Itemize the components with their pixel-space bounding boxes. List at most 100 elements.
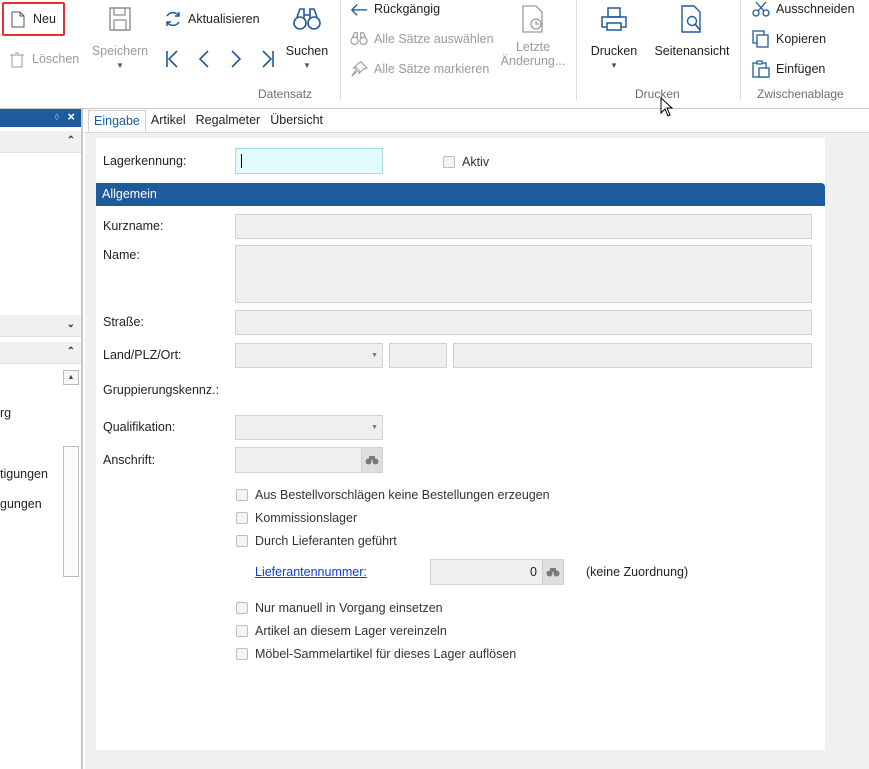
collapse-icon[interactable]: ⌃ <box>67 135 75 146</box>
lagerkennung-label: Lagerkennung: <box>103 154 187 168</box>
alle-saetze-markieren-button[interactable]: Alle Sätze markieren <box>350 60 489 78</box>
drucken-dropdown-icon: ▼ <box>610 61 618 70</box>
checkbox-box[interactable] <box>236 512 248 524</box>
aktualisieren-button[interactable]: Aktualisieren <box>164 10 260 28</box>
anschrift-label: Anschrift: <box>103 453 156 467</box>
tab-eingabe[interactable]: Eingabe <box>88 110 146 132</box>
checkbox-box[interactable] <box>443 156 455 168</box>
next-record-icon[interactable] <box>229 49 243 69</box>
land-select[interactable]: ▼ <box>235 343 383 368</box>
navigation-item[interactable]: gungen <box>0 497 42 511</box>
scrollbar[interactable] <box>63 446 79 577</box>
scroll-up-button[interactable]: ▲ <box>63 370 79 385</box>
checkbox-box[interactable] <box>236 535 248 547</box>
checkbox-kommissionslager[interactable]: Kommissionslager <box>236 511 357 525</box>
letzte-aenderung-label-2: Änderung... <box>500 54 566 68</box>
ribbon-separator <box>340 0 341 100</box>
land-plz-ort-label: Land/PLZ/Ort: <box>103 348 182 362</box>
kopieren-label: Kopieren <box>776 32 827 46</box>
suchen-label: Suchen <box>285 44 329 58</box>
ausschneiden-button[interactable]: Ausschneiden <box>752 0 855 18</box>
ribbon-separator <box>576 0 577 100</box>
binoculars-icon <box>546 568 560 577</box>
anschrift-input[interactable] <box>235 447 383 473</box>
aktiv-checkbox[interactable]: Aktiv <box>443 155 489 169</box>
aktualisieren-label: Aktualisieren <box>188 12 260 26</box>
expand-icon[interactable]: ⌄ <box>67 319 75 330</box>
ort-input[interactable] <box>453 343 812 368</box>
ribbon-separator <box>740 0 741 100</box>
anschrift-search-button[interactable] <box>361 448 382 472</box>
checkbox-lieferanten-gefuehrt[interactable]: Durch Lieferanten geführt <box>236 534 397 548</box>
group-label-datensatz: Datensatz <box>258 87 313 101</box>
letzte-aenderung-label-1: Letzte <box>515 40 551 54</box>
alle-saetze-auswaehlen-button[interactable]: Alle Sätze auswählen <box>350 30 494 48</box>
checkbox-box[interactable] <box>236 489 248 501</box>
tab-artikel[interactable]: Artikel <box>146 110 191 132</box>
lieferantennummer-input[interactable]: 0 <box>430 559 564 585</box>
checkbox-keine-bestellungen[interactable]: Aus Bestellvorschlägen keine Bestellunge… <box>236 488 550 502</box>
navigation-item[interactable]: tigungen <box>0 467 48 481</box>
seitenansicht-button[interactable]: Seitenansicht <box>652 4 732 58</box>
last-record-icon[interactable] <box>261 49 275 69</box>
qualifikation-label: Qualifikation: <box>103 420 176 434</box>
zuordnung-text: (keine Zuordnung) <box>586 565 689 579</box>
scissors-icon <box>752 0 770 18</box>
ausschneiden-label: Ausschneiden <box>776 2 855 16</box>
seitenansicht-label: Seitenansicht <box>654 44 730 58</box>
navigation-section-header[interactable]: ⌃ <box>0 342 81 364</box>
name-label: Name: <box>103 248 140 262</box>
loeschen-label: Löschen <box>32 52 80 66</box>
close-icon[interactable]: × <box>67 109 75 124</box>
checkbox-label: Durch Lieferanten geführt <box>255 534 397 548</box>
kurzname-label: Kurzname: <box>103 219 164 233</box>
navigation-panel-titlebar: ◊ × <box>0 109 81 127</box>
lieferant-search-button[interactable] <box>542 560 563 584</box>
drucken-button[interactable]: Drucken ▼ <box>586 4 642 70</box>
qualifikation-select[interactable]: ▼ <box>235 415 383 440</box>
tab-uebersicht[interactable]: Übersicht <box>265 110 328 132</box>
navigation-section-header[interactable]: ⌃ <box>0 131 81 153</box>
suchen-button[interactable]: Suchen ▼ <box>283 4 331 70</box>
lagerkennung-input[interactable] <box>235 148 383 174</box>
checkbox-box[interactable] <box>236 625 248 637</box>
rueckgaengig-button[interactable]: Rückgängig <box>350 0 440 18</box>
pin-icon[interactable]: ◊ <box>55 112 59 122</box>
kurzname-input[interactable] <box>235 214 812 239</box>
paste-icon <box>752 60 770 78</box>
loeschen-button[interactable]: Löschen <box>8 50 79 68</box>
kopieren-button[interactable]: Kopieren <box>752 30 826 48</box>
checkbox-nur-manuell[interactable]: Nur manuell in Vorgang einsetzen <box>236 601 443 615</box>
navigation-panel: ◊ × ⌃ ⌄ ⌃ ▲ rg tigungen gungen <box>0 109 83 769</box>
strasse-input[interactable] <box>235 310 812 335</box>
speichern-dropdown-icon: ▼ <box>116 61 124 70</box>
tab-regalmeter[interactable]: Regalmeter <box>191 110 266 132</box>
pin-icon <box>350 60 368 78</box>
refresh-icon <box>164 10 182 28</box>
navigation-item[interactable]: rg <box>0 406 11 420</box>
collapse-icon[interactable]: ⌃ <box>67 346 75 357</box>
einfuegen-button[interactable]: Einfügen <box>752 60 825 78</box>
binoculars-icon <box>292 4 322 34</box>
undo-icon <box>350 0 368 18</box>
letzte-aenderung-button[interactable]: Letzte Änderung... <box>500 4 566 68</box>
neu-button[interactable]: Neu <box>9 10 56 28</box>
alle-saetze-markieren-label: Alle Sätze markieren <box>374 62 490 76</box>
checkbox-label: Nur manuell in Vorgang einsetzen <box>255 601 443 615</box>
navigation-section-header[interactable]: ⌄ <box>0 315 81 337</box>
strasse-label: Straße: <box>103 315 144 329</box>
suchen-dropdown-icon: ▼ <box>303 61 311 70</box>
name-input[interactable] <box>235 245 812 303</box>
first-record-icon[interactable] <box>165 49 179 69</box>
lieferantennummer-link[interactable]: Lieferantennummer: <box>255 565 367 579</box>
copy-icon <box>752 30 770 48</box>
checkbox-box[interactable] <box>236 648 248 660</box>
checkbox-artikel-vereinzeln[interactable]: Artikel an diesem Lager vereinzeln <box>236 624 447 638</box>
checkbox-moebel-sammelartikel[interactable]: Möbel-Sammelartikel für dieses Lager auf… <box>236 647 516 661</box>
document-clock-icon <box>518 4 548 34</box>
checkbox-box[interactable] <box>236 602 248 614</box>
aktiv-label: Aktiv <box>462 155 490 169</box>
plz-input[interactable] <box>389 343 447 368</box>
previous-record-icon[interactable] <box>197 49 211 69</box>
speichern-button[interactable]: Speichern ▼ <box>91 4 149 70</box>
